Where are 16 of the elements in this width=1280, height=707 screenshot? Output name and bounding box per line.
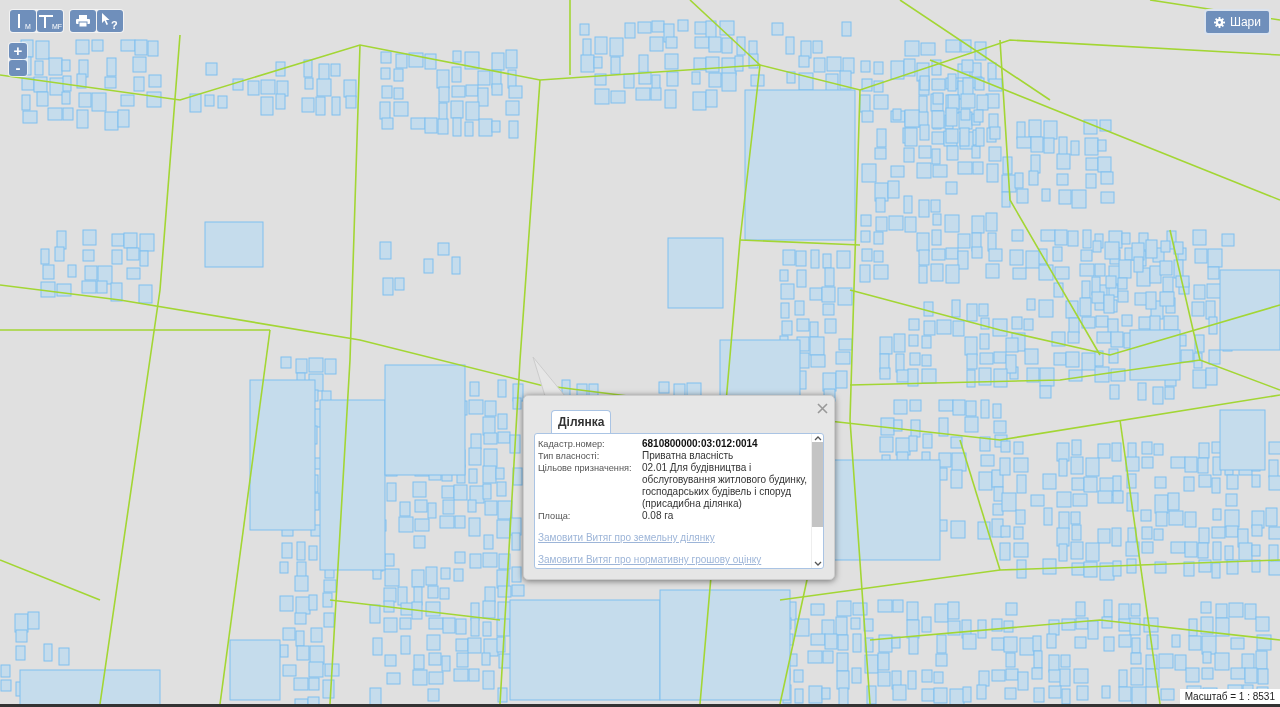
popup-tab[interactable]: Ділянка — [551, 410, 612, 433]
map-scale: Масштаб = 1 : 8531 — [1179, 689, 1280, 704]
field-value: 02.01 Для будівництва і обслуговування житлового будинку, господарських будівель і споруд (присадибна ділянка) — [642, 462, 808, 510]
zoom-in-button[interactable]: + — [9, 43, 27, 59]
layers-button[interactable]: Шари — [1203, 9, 1271, 35]
field-value: 6810800000:03:012:0014 — [642, 438, 759, 450]
field-label: Тип власності: — [538, 450, 601, 462]
order-extract-link[interactable]: Замовити Витяг про нормативну грошову оцінку — [538, 554, 808, 566]
field-label: Цільове призначення: — [538, 462, 633, 474]
identify-button[interactable]: ? — [97, 10, 123, 32]
order-extract-link[interactable]: Замовити Витяг про земельну ділянку — [538, 532, 808, 544]
field-label: Площа: — [538, 510, 572, 522]
zoom-out-button[interactable]: - — [9, 60, 27, 76]
field-value: 0.08 га — [642, 510, 675, 522]
field-label: Кадастр.номер: — [538, 438, 606, 450]
field-value: Приватна власність — [642, 450, 735, 462]
